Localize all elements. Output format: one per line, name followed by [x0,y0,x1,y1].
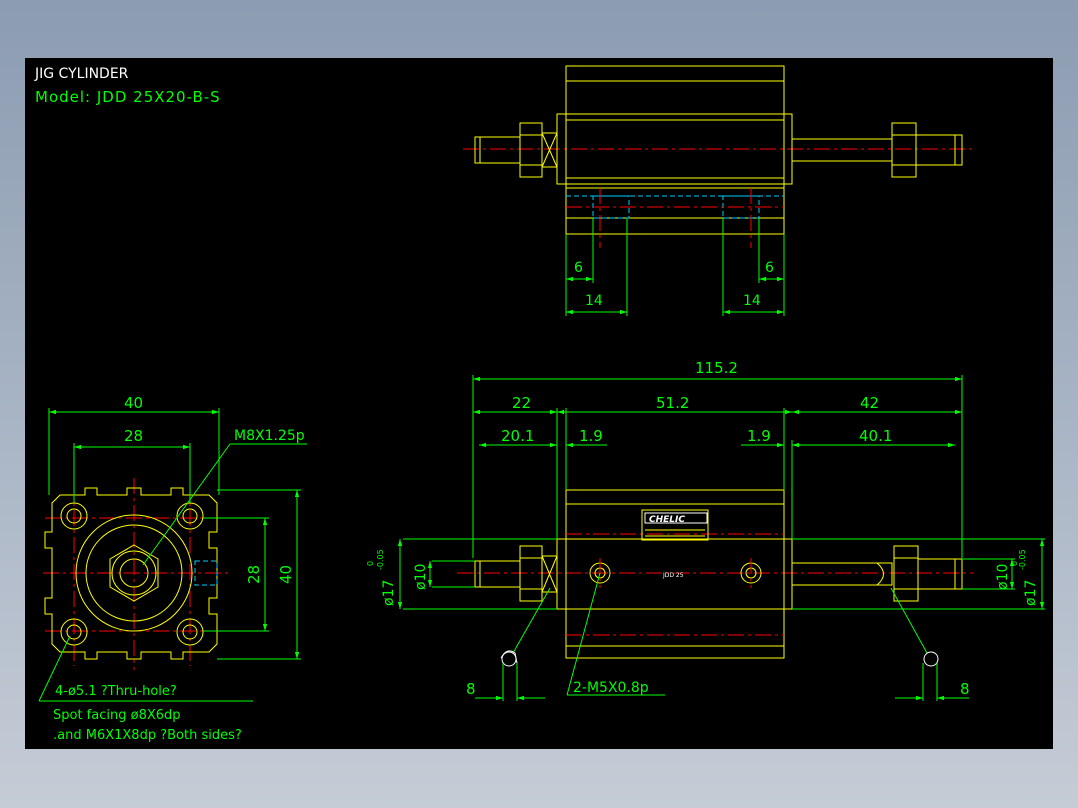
dim-top-14-left: 14 [585,293,603,309]
top-view: 6 6 14 14 [463,65,973,316]
port-note: 2-M5X0.8p [573,680,649,696]
dim-left-tip: 8 [466,680,476,698]
dim-overall: 115.2 [695,359,738,377]
dia-left-boss: ø17 [381,580,397,606]
body-model-text: JDD 25 [662,572,684,579]
tol-right-lower: -0.05 [1018,549,1027,570]
tol-left-upper: 0 [366,561,375,566]
cad-viewport[interactable]: JIG CYLINDER Model: JDD 25X20-B-S 6 6 14… [25,58,1053,749]
dim-middle: 51.2 [656,394,689,412]
dim-left-inner: 20.1 [501,427,534,445]
dim-side-pitch: 28 [124,427,143,445]
dim-top-6-left: 6 [574,260,583,276]
dim-right-gap: 1.9 [747,427,771,445]
dia-right-rod: ø10 [995,564,1011,590]
side-view: 40 28 28 40 M8X1.25p 4-ø5.1 ?Thru-hole? … [38,394,307,743]
dim-right: 42 [860,394,879,412]
model-label: Model: JDD 25X20-B-S [35,88,221,106]
dim-side-width: 40 [124,394,143,412]
hole-note-2: Spot facing ø8X6dp [53,708,181,723]
dim-right-tip: 8 [960,680,970,698]
dim-right-inner: 40.1 [859,427,892,445]
dim-side-height: 40 [277,565,295,584]
dia-left-rod: ø10 [413,564,429,590]
dim-side-pitch-v: 28 [245,565,263,584]
dim-left-gap: 1.9 [579,427,603,445]
dim-left: 22 [512,394,531,412]
brand-label: CHELIC [649,515,685,525]
thread-note: M8X1.25p [234,428,305,444]
cad-drawing: JIG CYLINDER Model: JDD 25X20-B-S 6 6 14… [34,65,1045,743]
dim-top-14-right: 14 [743,293,761,309]
tol-left-lower: -0.05 [376,549,385,570]
hole-note-1: 4-ø5.1 ?Thru-hole? [55,684,177,699]
hole-note-3: .and M6X1X8dp ?Both sides? [53,728,242,743]
front-view: CHELIC JDD 25 115.2 22 51.2 42 20.1 1.9 … [366,359,1045,701]
drawing-title: JIG CYLINDER [34,66,129,82]
dim-top-6-right: 6 [765,260,774,276]
dia-right-boss: ø17 [1023,580,1039,606]
